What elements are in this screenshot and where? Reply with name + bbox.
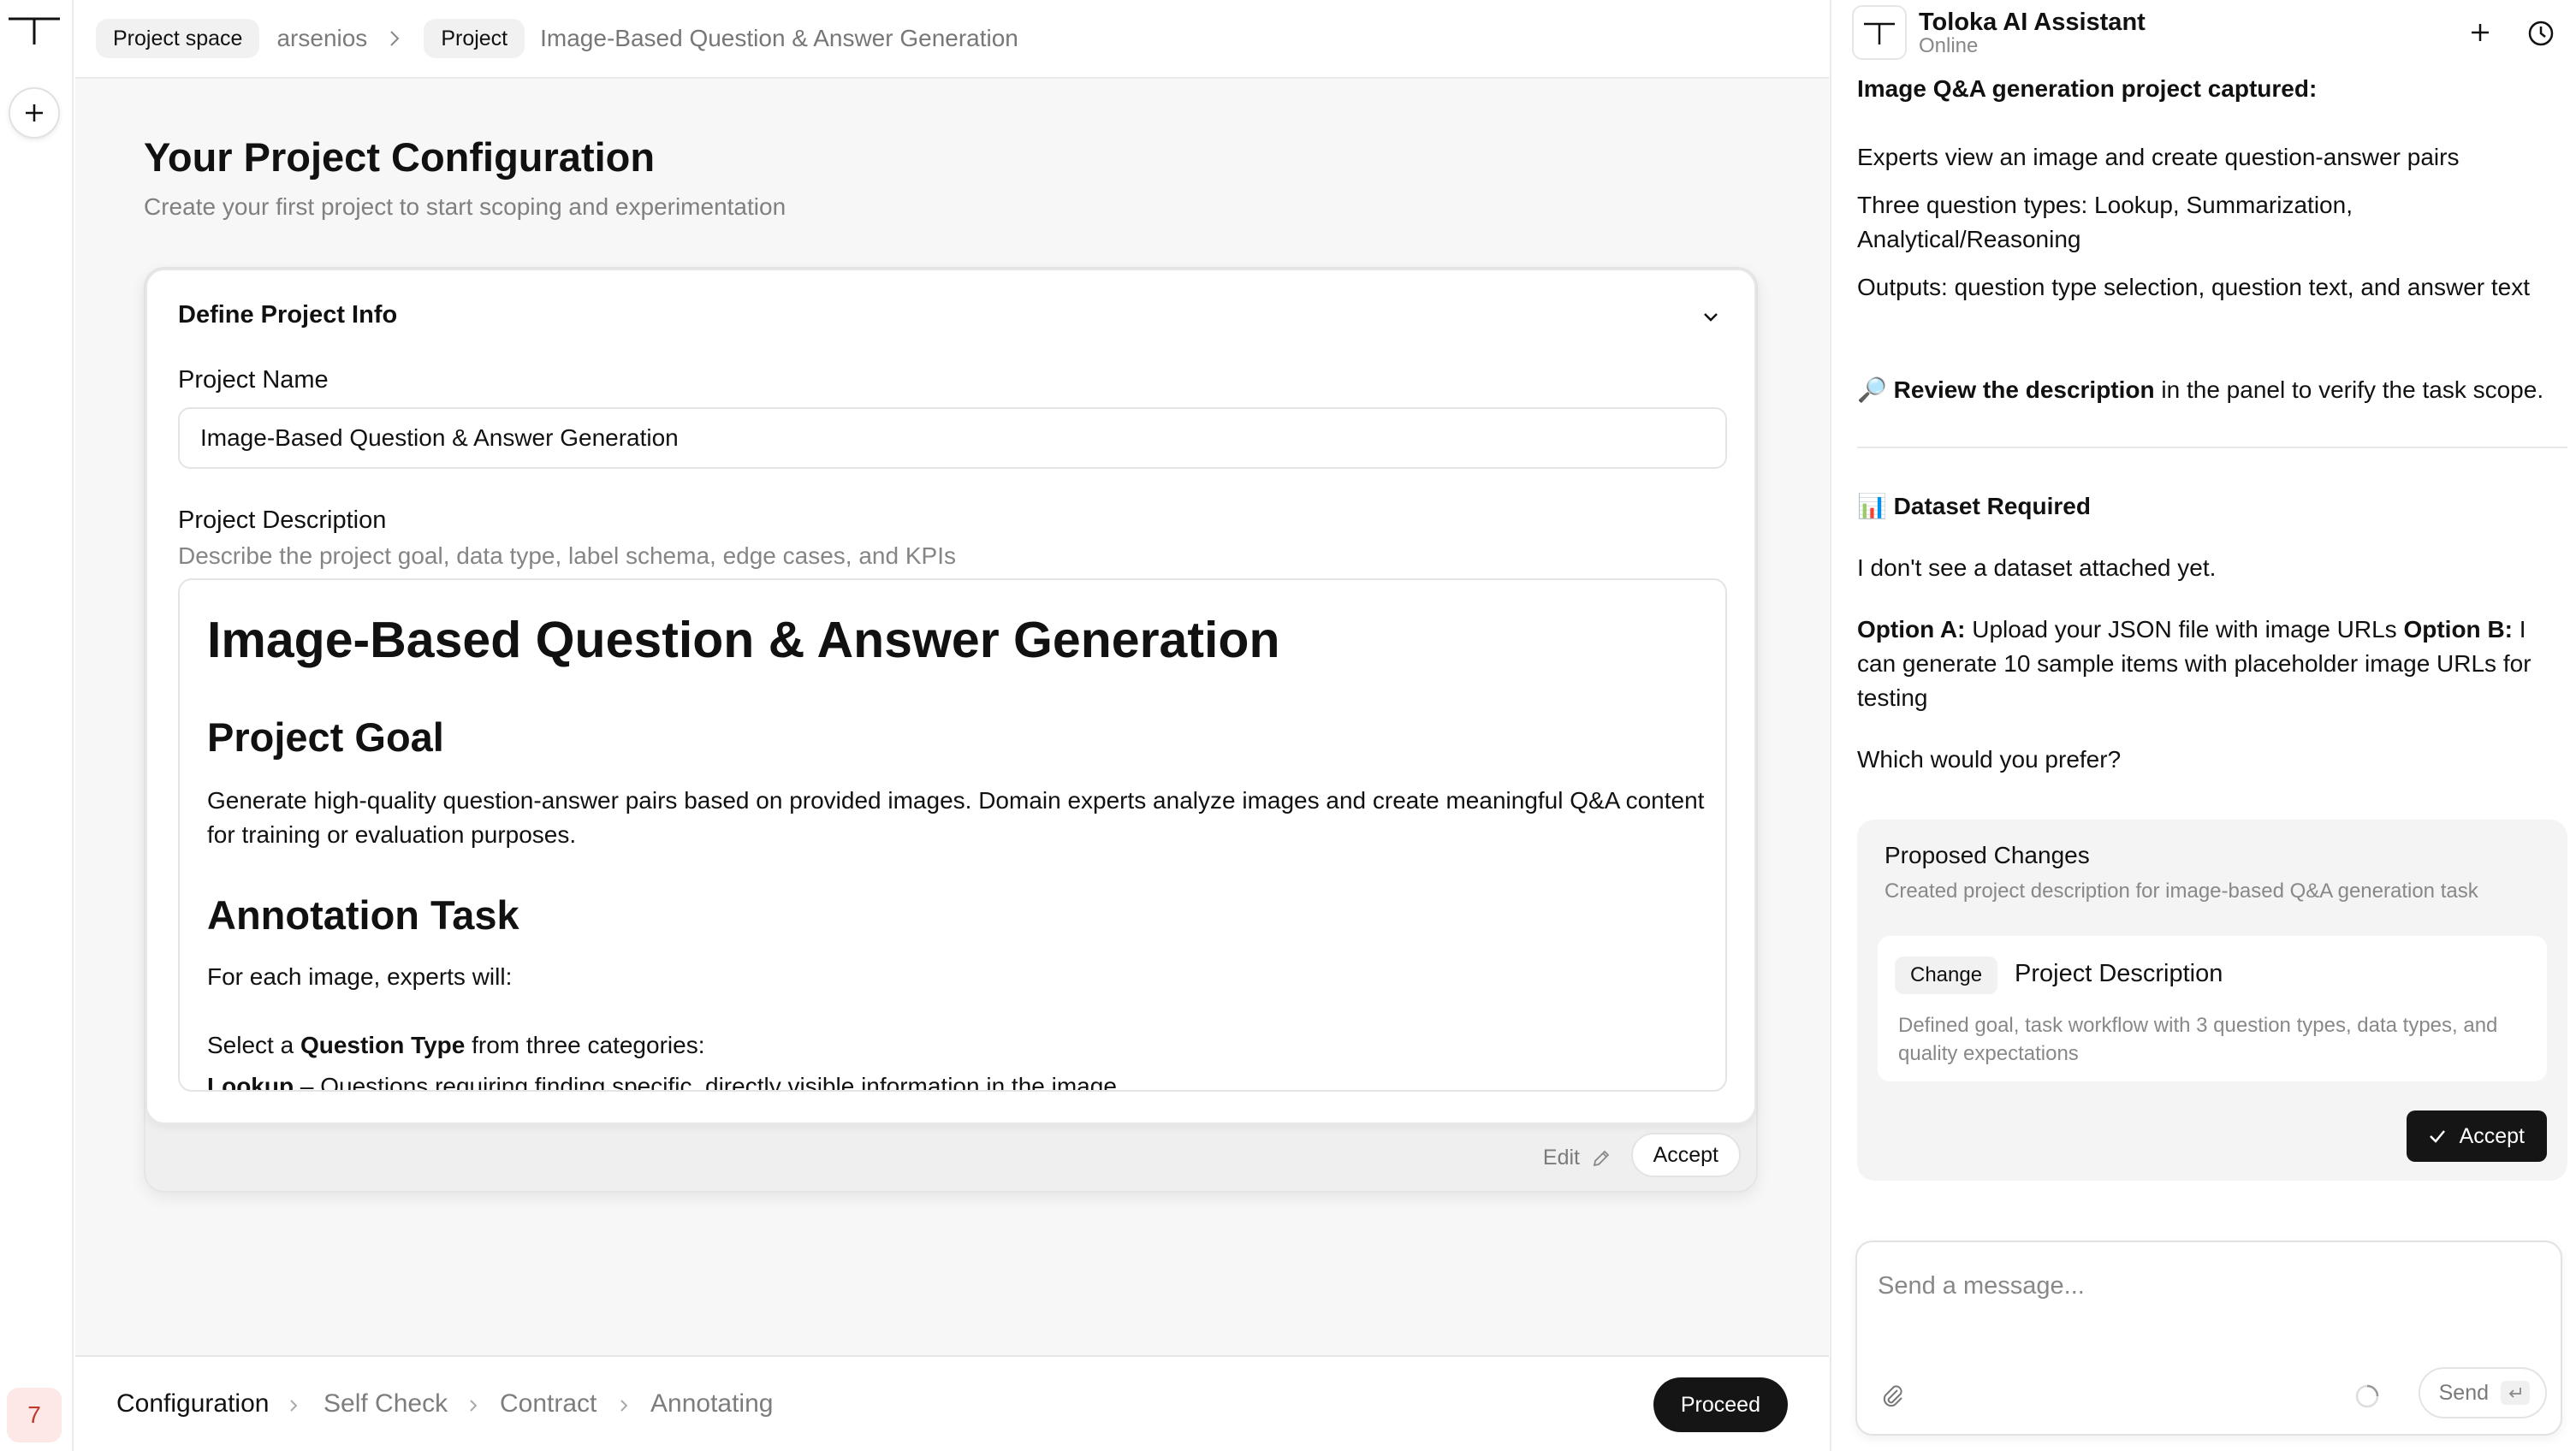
prefer-question: Which would you prefer? xyxy=(1857,746,2122,773)
new-project-button[interactable] xyxy=(9,87,60,139)
main-content: Your Project Configuration Create your f… xyxy=(75,79,1829,1355)
chevron-right-icon xyxy=(620,1400,628,1412)
divider xyxy=(1857,447,2567,448)
workflow-steps: Configuration Self Check Contract Annota… xyxy=(75,1355,1829,1451)
accept-changes-button[interactable]: Accept xyxy=(2406,1110,2547,1162)
step-self-check[interactable]: Self Check xyxy=(323,1389,448,1418)
breadcrumb-project-space[interactable]: Project space xyxy=(96,19,260,58)
change-item-description: Defined goal, task workflow with 3 quest… xyxy=(1898,1014,2498,1065)
goal-text: Generate high-quality question-answer pa… xyxy=(207,787,1705,848)
section-header[interactable]: Define Project Info xyxy=(178,301,397,329)
chevron-right-icon xyxy=(290,1400,298,1412)
chevron-down-icon[interactable] xyxy=(1698,305,1724,330)
accept-label: Accept xyxy=(2459,1123,2525,1148)
project-description-hint: Describe the project goal, data type, la… xyxy=(178,542,956,569)
message-input[interactable] xyxy=(1878,1264,2528,1307)
breadcrumb-project[interactable]: Project xyxy=(424,19,525,58)
breadcrumb: Project space arsenios Project Image-Bas… xyxy=(75,0,1829,79)
pencil-icon xyxy=(1593,1150,1610,1166)
goal-heading: Project Goal xyxy=(207,714,444,760)
project-info-card: Define Project Info Project Name Project… xyxy=(145,269,1756,1124)
assistant-status: Online xyxy=(1919,34,1979,57)
dataset-heading: 📊 Dataset Required xyxy=(1857,489,2567,524)
text-bold: Option B: xyxy=(2403,616,2513,643)
dataset-text: I don't see a dataset attached yet. xyxy=(1857,554,2217,581)
send-label: Send xyxy=(2438,1380,2489,1405)
send-button[interactable]: Send xyxy=(2418,1367,2547,1418)
message-captured: Image Q&A generation project captured: xyxy=(1857,75,2318,102)
project-info-panel: Define Project Info Project Name Project… xyxy=(144,267,1758,1193)
text: – Questions requiring finding specific, … xyxy=(294,1073,1117,1092)
message-review: 🔎 Review the description in the panel to… xyxy=(1857,373,2567,407)
page-subtitle: Create your first project to start scopi… xyxy=(144,193,786,220)
message-composer: Send xyxy=(1855,1241,2562,1436)
history-icon[interactable] xyxy=(2526,19,2555,48)
edit-button[interactable]: Edit xyxy=(1543,1146,1612,1170)
project-description-label: Project Description xyxy=(178,506,387,534)
message-point-1: Experts view an image and create questio… xyxy=(1857,144,2460,170)
text-bold: Option A: xyxy=(1857,616,1966,643)
proposed-changes-card: Proposed Changes Created project descrip… xyxy=(1857,820,2567,1181)
plus-icon xyxy=(26,104,43,121)
change-item-title: Project Description xyxy=(2015,960,2223,987)
change-chip: Change xyxy=(1895,956,1998,994)
dataset-options: Option A: Upload your JSON file with ima… xyxy=(1857,613,2567,715)
description-title: Image-Based Question & Answer Generation xyxy=(207,612,1280,668)
proposed-changes-subtitle: Created project description for image-ba… xyxy=(1885,879,2478,903)
project-name-input[interactable] xyxy=(178,407,1727,469)
text: from three categories: xyxy=(465,1032,705,1058)
assistant-header: Toloka AI Assistant Online xyxy=(1831,0,2576,68)
task-heading: Annotation Task xyxy=(207,892,519,938)
chevron-right-icon xyxy=(390,31,400,46)
assistant-panel: Toloka AI Assistant Online Image Q&A gen… xyxy=(1830,0,2576,1451)
notification-badge[interactable]: 7 xyxy=(7,1388,62,1442)
breadcrumb-workspace[interactable]: arsenios xyxy=(276,25,367,52)
chevron-right-icon xyxy=(470,1400,478,1412)
text: Upload your JSON file with image URLs xyxy=(1965,616,2404,643)
step-contract[interactable]: Contract xyxy=(500,1389,597,1418)
assistant-avatar xyxy=(1852,5,1907,60)
edit-label: Edit xyxy=(1542,1146,1580,1170)
message-point-2: Three question types: Lookup, Summarizat… xyxy=(1857,192,2353,252)
accept-description-button[interactable]: Accept xyxy=(1630,1133,1741,1177)
left-rail: 7 xyxy=(0,0,74,1451)
change-item: Change Project Description Defined goal,… xyxy=(1878,936,2547,1081)
project-description-editor[interactable]: Image-Based Question & Answer Generation… xyxy=(178,578,1727,1092)
loading-spinner-icon xyxy=(2355,1384,2379,1408)
step-annotating[interactable]: Annotating xyxy=(650,1389,773,1418)
check-icon xyxy=(2429,1130,2445,1143)
message-point-3: Outputs: question type selection, questi… xyxy=(1857,274,2531,300)
chart-icon: 📊 xyxy=(1857,493,1887,519)
assistant-title: Toloka AI Assistant xyxy=(1919,9,2146,36)
text: Select a xyxy=(207,1032,300,1058)
text-bold: Lookup xyxy=(207,1073,294,1092)
attach-icon[interactable] xyxy=(1879,1383,1907,1410)
enter-key-icon xyxy=(2501,1381,2530,1405)
step-configuration[interactable]: Configuration xyxy=(116,1389,269,1418)
text: Dataset Required xyxy=(1893,493,2091,519)
text-bold: Review the description xyxy=(1893,376,2155,403)
project-name-label: Project Name xyxy=(178,366,329,394)
toloka-logo-icon[interactable] xyxy=(5,10,63,50)
magnifier-icon: 🔎 xyxy=(1857,376,1887,403)
task-intro: For each image, experts will: xyxy=(207,963,513,990)
breadcrumb-project-title: Image-Based Question & Answer Generation xyxy=(540,25,1018,51)
new-chat-icon[interactable] xyxy=(2466,19,2494,46)
page-title: Your Project Configuration xyxy=(144,134,656,180)
lookup-line: Lookup – Questions requiring finding spe… xyxy=(207,1069,1117,1092)
select-question-type-line: Select a Question Type from three catego… xyxy=(207,1028,704,1063)
text-bold: Question Type xyxy=(300,1032,466,1058)
text: in the panel to verify the task scope. xyxy=(2154,376,2544,403)
proceed-button[interactable]: Proceed xyxy=(1653,1377,1788,1432)
proposed-changes-title: Proposed Changes xyxy=(1885,842,2090,868)
